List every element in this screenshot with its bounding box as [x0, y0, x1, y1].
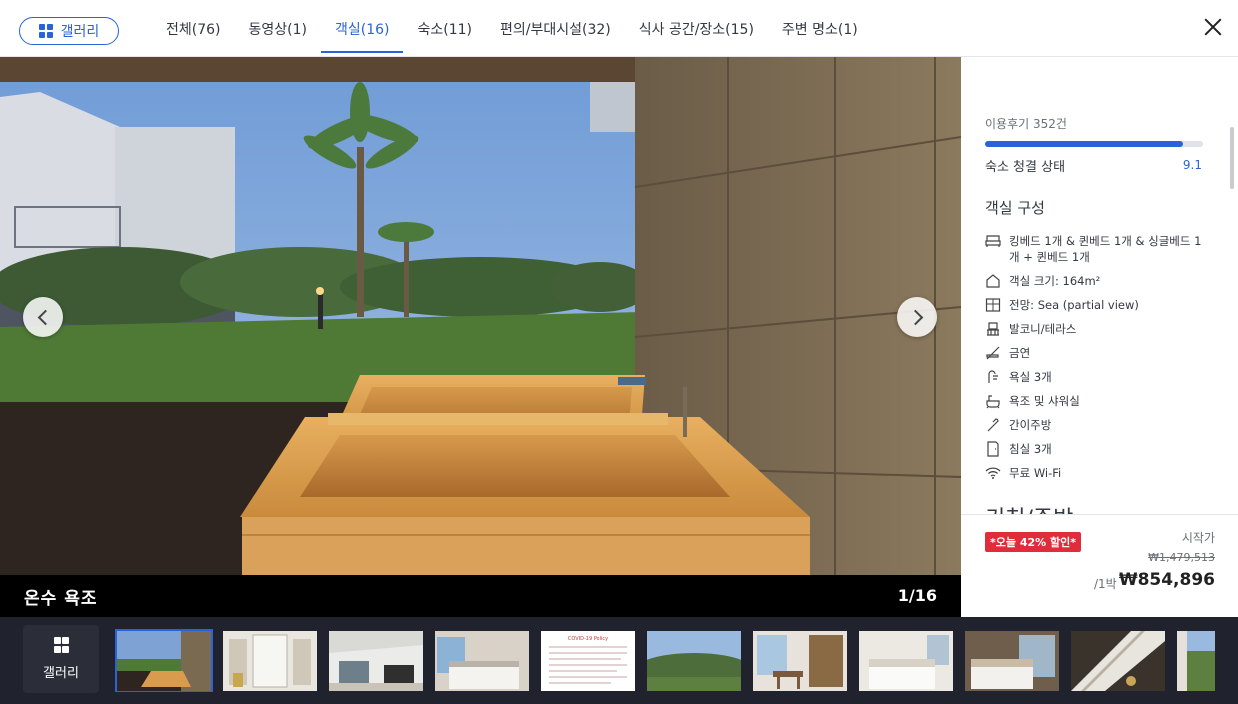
bed-icon: [985, 235, 1001, 247]
cleanliness-score: 9.1: [1182, 158, 1202, 172]
room-composition-title: 객실 구성: [985, 199, 1045, 217]
amenity-bathtub: 욕조 및 샤워실: [985, 393, 1210, 409]
review-count: 이용후기 352건: [985, 117, 1067, 131]
wifi-icon: [985, 467, 1001, 479]
gallery-button-label: 갤러리: [60, 24, 100, 40]
chevron-right-icon: [907, 309, 923, 325]
tab-nearby[interactable]: 주변 명소(1): [768, 0, 872, 57]
gallery-button[interactable]: 갤러리: [19, 17, 119, 45]
thumb-bedroom-1[interactable]: [435, 631, 529, 691]
discount-badge: *오늘 42% 할인*: [985, 532, 1081, 552]
no-smoking-icon: [986, 346, 1000, 360]
grid-icon: [38, 24, 53, 38]
tab-dining[interactable]: 식사 공간/장소(15): [625, 0, 768, 57]
thumbnail-strip: 갤러리 COVID-19 Policy: [0, 617, 1238, 704]
thumb-garden-view[interactable]: [647, 631, 741, 691]
amenity-text: 금연: [1009, 346, 1031, 360]
panel-scrollbar[interactable]: [1230, 127, 1234, 189]
cleanliness-bar-fill: [985, 141, 1184, 147]
amenity-text: 객실 크기: 164m²: [1009, 274, 1101, 288]
thumb-hallway[interactable]: [223, 631, 317, 691]
thumb-covid-notice[interactable]: COVID-19 Policy: [541, 631, 635, 691]
gallery-header: 갤러리 전체(76) 동영상(1) 객실(16) 숙소(11) 편의/부대시설(…: [0, 0, 1238, 57]
next-photo-button[interactable]: [897, 297, 937, 337]
tab-all[interactable]: 전체(76): [152, 0, 235, 57]
photo-illustration: [0, 57, 961, 575]
thumb-dining-nook[interactable]: [753, 631, 847, 691]
per-night-label: /1박: [1094, 577, 1117, 591]
price-from-label: 시작가: [1181, 531, 1215, 545]
strip-gallery-label: 갤러리: [43, 666, 79, 681]
amenity-text: 욕실 3개: [1009, 370, 1052, 384]
amenity-view: 전망: Sea (partial view): [985, 297, 1210, 313]
amenity-text: 발코니/테라스: [1009, 322, 1077, 336]
thumb-bedroom-3[interactable]: [965, 631, 1059, 691]
cleanliness-bar: [985, 141, 1203, 147]
amenity-text: 침실 3개: [1009, 442, 1052, 456]
thumb-staircase[interactable]: [1071, 631, 1165, 691]
amenity-text: 킹베드 1개 & 퀸베드 1개 & 싱글베드 1개 + 퀸베드 1개: [1009, 234, 1202, 264]
room-details-panel: 이용후기 352건 숙소 청결 상태 9.1 객실 구성 킹베드 1개 & 퀸베…: [961, 57, 1238, 514]
cleanliness-label: 숙소 청결 상태: [985, 160, 1066, 175]
kitchen-section-title: 키친/주방: [985, 501, 1073, 514]
thumb-outdoor-bath[interactable]: [115, 629, 213, 692]
thumb-bedroom-2[interactable]: [859, 631, 953, 691]
amenity-text: 간이주방: [1009, 418, 1052, 432]
original-price: ₩1,479,513: [1148, 551, 1215, 564]
amenity-non-smoking: 금연: [985, 345, 1210, 361]
house-icon: [986, 274, 1000, 288]
kitchen-icon: [987, 418, 999, 432]
amenity-beds: 킹베드 1개 & 퀸베드 1개 & 싱글베드 1개 + 퀸베드 1개: [985, 233, 1210, 265]
main-photo: [0, 57, 961, 575]
amenity-text: 전망: Sea (partial view): [1009, 298, 1139, 312]
close-icon[interactable]: [1200, 14, 1226, 40]
price-box: *오늘 42% 할인* 시작가 ₩1,479,513 /1박 ₩854,896: [961, 514, 1238, 617]
thumb-living-room[interactable]: [329, 631, 423, 691]
grid-icon: [54, 637, 69, 653]
shower-icon: [988, 370, 998, 383]
door-icon: [987, 441, 999, 457]
amenity-bedrooms: 침실 3개: [985, 441, 1210, 457]
amenity-text: 욕조 및 샤워실: [1009, 394, 1080, 408]
tab-facilities[interactable]: 편의/부대시설(32): [486, 0, 625, 57]
tab-rooms[interactable]: 객실(16): [320, 0, 404, 57]
amenity-wifi: 무료 Wi-Fi: [985, 465, 1210, 481]
amenity-kitchenette: 간이주방: [985, 417, 1210, 433]
thumb-balcony-partial[interactable]: [1177, 631, 1215, 691]
amenity-text: 무료 Wi-Fi: [1009, 466, 1062, 480]
chevron-left-icon: [37, 309, 53, 325]
amenity-room-size: 객실 크기: 164m²: [985, 273, 1210, 289]
amenity-list: 킹베드 1개 & 퀸베드 1개 & 싱글베드 1개 + 퀸베드 1개 객실 크기…: [985, 233, 1210, 489]
photo-caption: 온수 욕조: [24, 589, 98, 609]
tab-property[interactable]: 숙소(11): [403, 0, 486, 57]
bathtub-icon: [986, 395, 1000, 409]
category-tabs: 전체(76) 동영상(1) 객실(16) 숙소(11) 편의/부대시설(32) …: [152, 0, 872, 57]
photo-caption-bar: 온수 욕조 1/16: [0, 575, 961, 617]
covid-notice-title: COVID-19 Policy: [568, 636, 608, 642]
window-view-icon: [985, 298, 1001, 312]
previous-photo-button[interactable]: [23, 297, 63, 337]
photo-counter: 1/16: [897, 586, 937, 605]
balcony-icon: [987, 322, 999, 336]
strip-gallery-button[interactable]: 갤러리: [23, 625, 99, 693]
thumbnail-list: COVID-19 Policy: [115, 629, 1215, 692]
current-price: ₩854,896: [1118, 570, 1215, 590]
tab-video[interactable]: 동영상(1): [235, 0, 321, 57]
amenity-bathrooms: 욕실 3개: [985, 369, 1210, 385]
amenity-balcony: 발코니/테라스: [985, 321, 1210, 337]
